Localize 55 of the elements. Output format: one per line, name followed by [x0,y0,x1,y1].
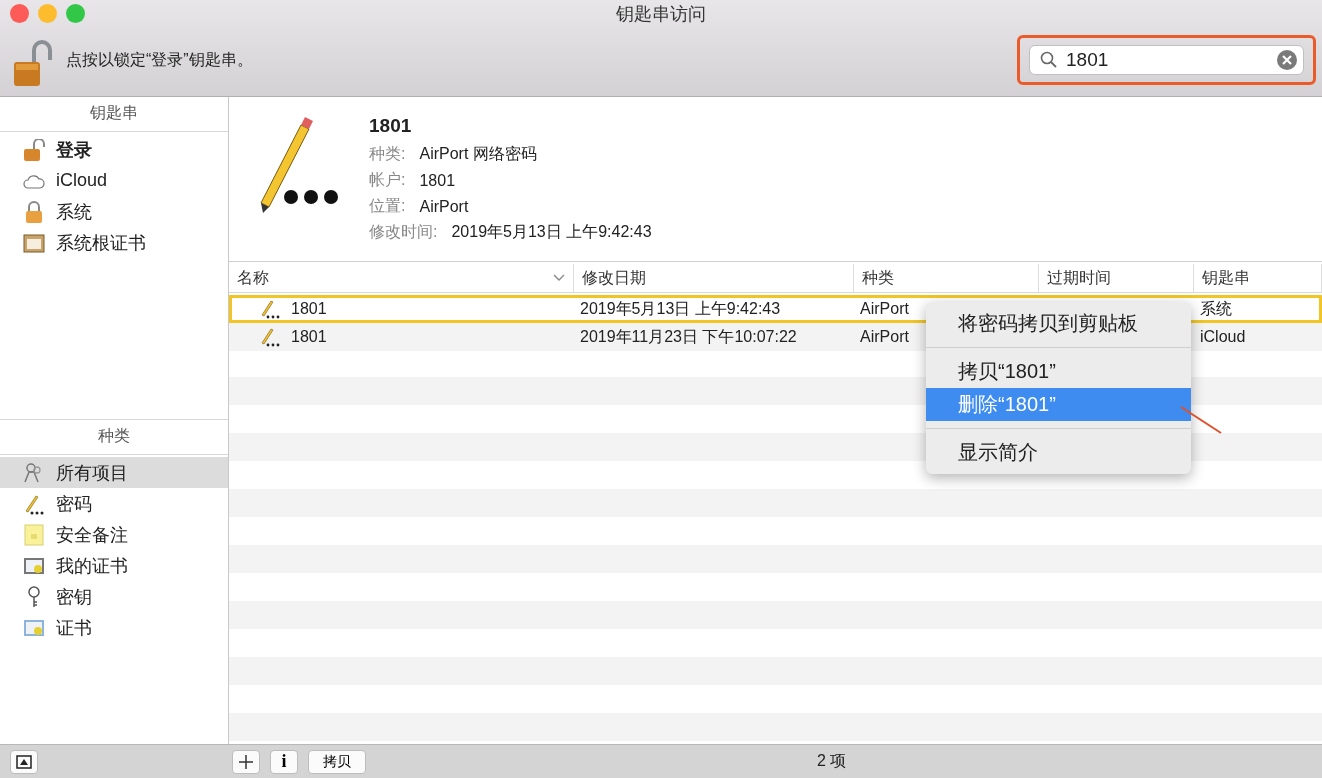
search-field[interactable]: 1801 [1029,45,1304,75]
info-button[interactable]: i [270,749,298,774]
section-header: 钥匙串 [0,97,228,132]
clear-icon[interactable] [1277,50,1297,70]
copy-button[interactable]: 拷贝 [308,749,366,774]
zoom-button[interactable] [66,3,85,23]
table-cell: AirPort [860,300,909,318]
keychain-item[interactable]: 系统 [0,196,228,227]
category-item[interactable]: 密码 [0,488,228,519]
field-value: AirPort [419,197,469,216]
padlock-icon [22,138,46,161]
add-button[interactable] [232,749,260,774]
field-label: 种类: [369,144,406,164]
window-title: 钥匙串访问 [616,3,706,26]
menu-item[interactable]: 显示简介 [926,436,1191,469]
keychain-item[interactable]: 登录 [0,134,228,165]
minimize-button[interactable] [38,3,57,23]
keychain-item[interactable]: 系统根证书 [0,227,228,258]
close-button[interactable] [10,3,29,23]
lock-status-text: 点按以锁定“登录”钥匙串。 [66,49,253,70]
column-header[interactable]: 名称 [229,264,574,292]
menu-item[interactable]: 拷贝“1801” [926,355,1191,388]
item-count: 2 项 [817,751,847,771]
cabinet-icon [22,231,46,254]
field-value: AirPort 网络密码 [419,144,537,164]
plus-icon [238,753,254,770]
column-header[interactable]: 过期时间 [1039,264,1194,292]
table-cell: AirPort [860,328,909,346]
field-label: 帐户: [369,170,406,190]
sort-caret-icon [553,274,565,282]
field-value: 2019年5月13日 上午9:42:43 [451,222,652,242]
field-value: 1801 [419,171,456,190]
category-item[interactable]: 所有项目 [0,457,228,488]
sidebar-toggle-button[interactable] [10,749,38,774]
table-cell-text: 系统 [1200,298,1232,319]
field-label: 修改时间: [369,222,438,242]
table-cell-text: 2019年11月23日 下午10:07:22 [580,326,797,347]
search-icon [1040,51,1058,69]
field-label: 位置: [369,196,406,216]
section-header: 种类 [0,420,228,455]
note-icon [22,523,46,546]
category-item[interactable]: 证书 [0,612,228,643]
item-name: 1801 [369,115,413,137]
column-header[interactable]: 钥匙串 [1194,264,1322,292]
column-header[interactable]: 修改日期 [574,264,854,292]
table-cell: 1801 [291,328,327,346]
keychain-item[interactable]: iCloud [0,165,228,196]
category-item[interactable]: 密钥 [0,581,228,612]
category-item[interactable]: 我的证书 [0,550,228,581]
table-cell: 1801 [291,300,327,318]
table-cell: iCloud [1200,328,1246,346]
column-header[interactable]: 种类 [854,264,1039,292]
category-item[interactable]: 安全备注 [0,519,228,550]
padlock-icon[interactable] [12,40,52,88]
table-cell-text: 2019年5月13日 上午9:42:43 [580,298,781,319]
